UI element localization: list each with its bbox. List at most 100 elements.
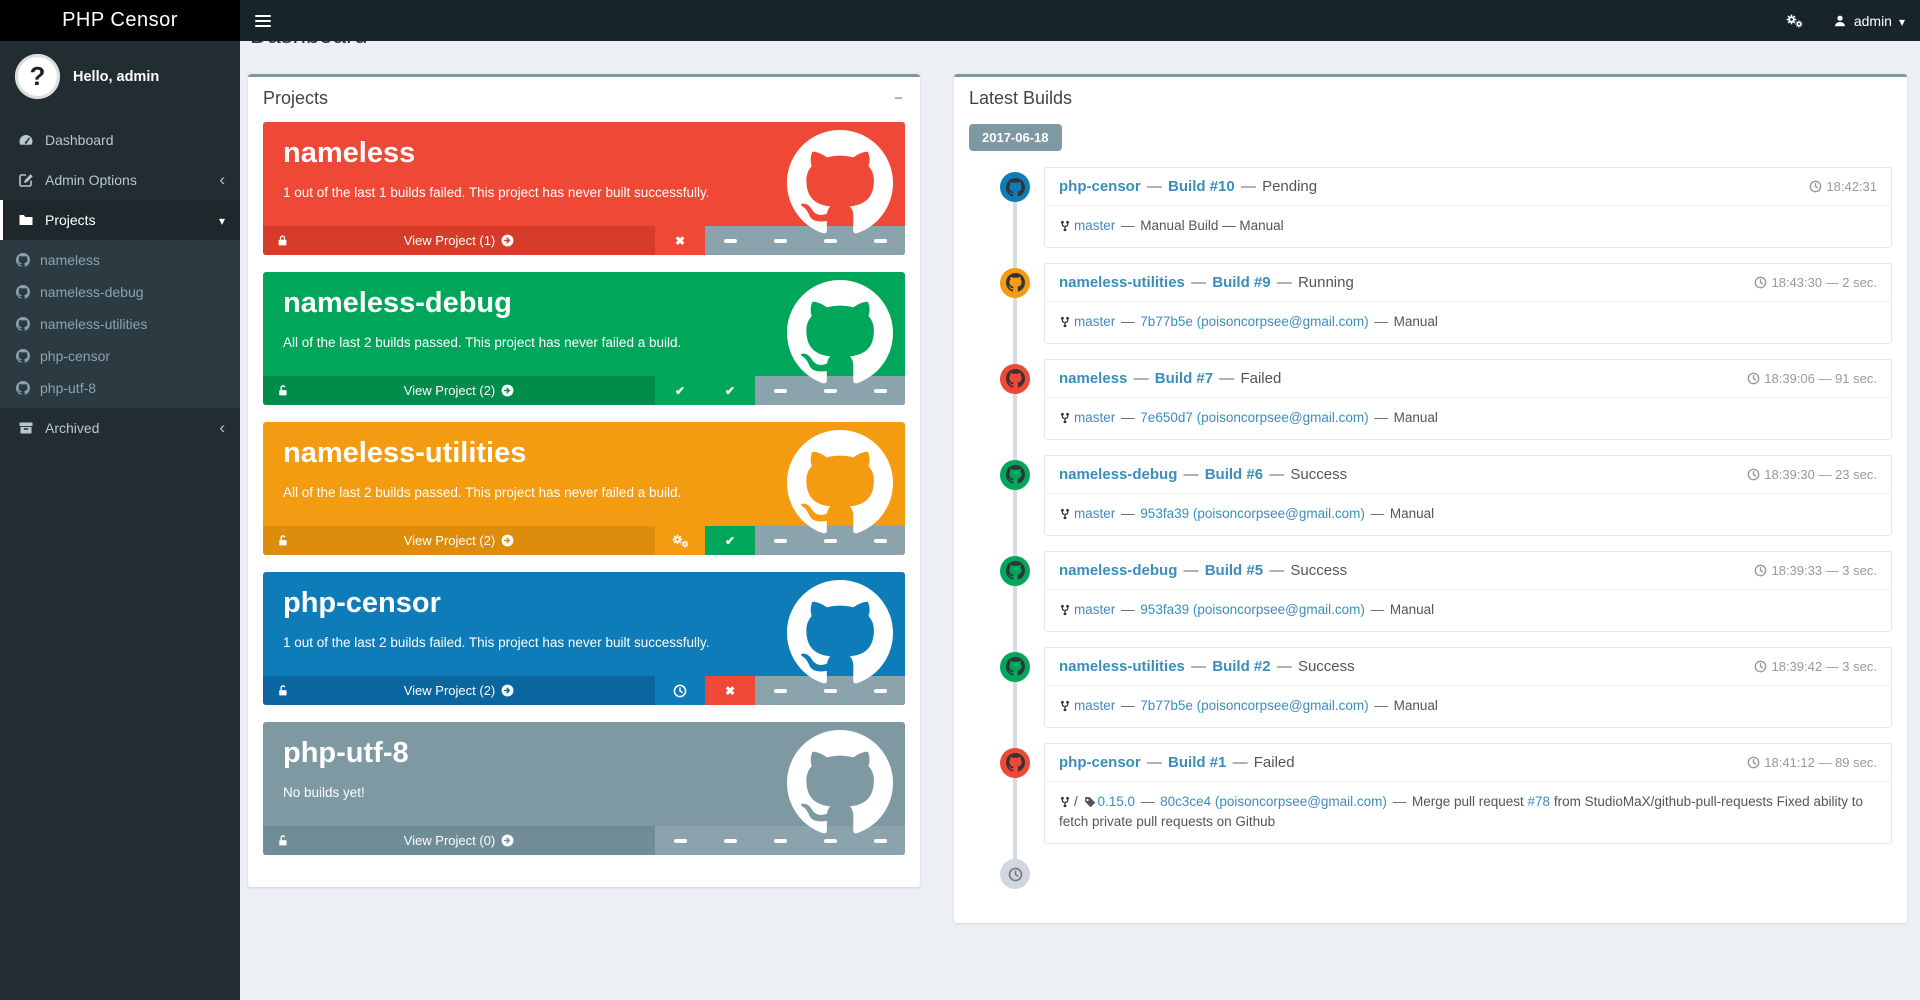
octocat-icon — [1006, 369, 1025, 388]
build-item: nameless-utilities — Build #2 — Success … — [1029, 647, 1892, 728]
tag-link[interactable]: 0.15.0 — [1098, 794, 1136, 809]
build-link[interactable]: Build #9 — [1212, 274, 1270, 291]
build-time: 18:39:33 — 3 sec. — [1754, 563, 1877, 578]
branch-icon — [1059, 507, 1071, 521]
sidebar-greeting: Hello, admin — [73, 69, 159, 85]
project-link[interactable]: nameless-debug — [1059, 466, 1177, 483]
build-status-success[interactable] — [705, 376, 755, 405]
build-status-none[interactable] — [705, 226, 755, 255]
unlock-icon — [276, 684, 289, 697]
sidebar-item-dashboard[interactable]: Dashboard — [0, 120, 240, 160]
build-status-label: Success — [1290, 562, 1347, 579]
top-navbar: PHP Censor admin — [0, 0, 1920, 41]
project-link[interactable]: php-censor — [1059, 178, 1141, 195]
view-project-button[interactable]: View Project (1) — [263, 226, 655, 255]
branch-link[interactable]: master — [1074, 218, 1115, 233]
build-item: php-censor — Build #10 — Pending 18:42:3… — [1029, 167, 1892, 248]
commit-link[interactable]: 7e650d7 (poisoncorpsee@gmail.com) — [1140, 410, 1368, 425]
unlock-icon — [276, 384, 289, 397]
commit-link[interactable]: 7b77b5e (poisoncorpsee@gmail.com) — [1140, 314, 1368, 329]
branch-link[interactable]: master — [1074, 314, 1115, 329]
avatar: ? — [15, 54, 60, 99]
cogs-icon — [1786, 14, 1803, 28]
arrow-circle-right-icon — [501, 534, 514, 547]
build-link[interactable]: Build #7 — [1155, 370, 1213, 387]
sidebar-project-nameless[interactable]: nameless — [0, 244, 240, 276]
build-status-circle-success — [1000, 652, 1030, 682]
pull-request-link[interactable]: #78 — [1528, 794, 1551, 809]
build-link[interactable]: Build #6 — [1205, 466, 1263, 483]
timeline-end-clock-icon — [1000, 859, 1030, 889]
build-status-none[interactable] — [705, 826, 755, 855]
build-link[interactable]: Build #1 — [1168, 754, 1226, 771]
build-mode: Manual — [1394, 314, 1438, 329]
unlock-icon — [276, 534, 289, 547]
view-project-button[interactable]: View Project (2) — [263, 676, 655, 705]
project-card-php-utf-8: php-utf-8 No builds yet! View Project (0… — [263, 722, 905, 855]
chevron-left-icon — [219, 420, 225, 436]
sidebar-item-admin-options[interactable]: Admin Options — [0, 160, 240, 200]
tag-icon — [1084, 796, 1096, 808]
sidebar-project-nameless-utilities[interactable]: nameless-utilities — [0, 308, 240, 340]
build-status-circle-success — [1000, 460, 1030, 490]
build-time: 18:39:42 — 3 sec. — [1754, 659, 1877, 674]
build-status-circle-running — [1000, 268, 1030, 298]
sidebar-item-projects[interactable]: Projects — [0, 200, 240, 240]
build-time: 18:41:12 — 89 sec. — [1747, 755, 1877, 770]
app-logo[interactable]: PHP Censor — [0, 0, 240, 41]
project-link[interactable]: nameless-utilities — [1059, 274, 1185, 291]
build-status-pending[interactable] — [655, 676, 705, 705]
build-status-label: Running — [1298, 274, 1354, 291]
octocat-icon — [16, 381, 30, 395]
commit-link[interactable]: 953fa39 (poisoncorpsee@gmail.com) — [1140, 602, 1365, 617]
view-project-button[interactable]: View Project (2) — [263, 376, 655, 405]
build-status-success[interactable] — [655, 376, 705, 405]
branch-icon — [1059, 315, 1071, 329]
user-menu-button[interactable]: admin — [1818, 0, 1920, 41]
sidebar-item-archived[interactable]: Archived — [0, 408, 240, 448]
commit-link[interactable]: 80c3ce4 (poisoncorpsee@gmail.com) — [1160, 794, 1387, 809]
build-link[interactable]: Build #2 — [1212, 658, 1270, 675]
project-link[interactable]: php-censor — [1059, 754, 1141, 771]
branch-link[interactable]: master — [1074, 698, 1115, 713]
build-link[interactable]: Build #10 — [1168, 178, 1235, 195]
settings-menu-button[interactable] — [1771, 0, 1818, 41]
builds-timeline: 2017-06-18 php-censor — Build #10 — — [954, 118, 1907, 923]
view-project-button[interactable]: View Project (0) — [263, 826, 655, 855]
project-card-nameless: nameless 1 out of the last 1 builds fail… — [263, 122, 905, 255]
sidebar-toggle-button[interactable] — [240, 0, 286, 41]
commit-link[interactable]: 7b77b5e (poisoncorpsee@gmail.com) — [1140, 698, 1368, 713]
edit-icon — [18, 172, 34, 188]
branch-link[interactable]: master — [1074, 410, 1115, 425]
collapse-icon[interactable] — [892, 90, 905, 107]
project-card-title: nameless-debug — [283, 287, 512, 320]
build-status-none[interactable] — [655, 826, 705, 855]
octocat-icon — [1006, 753, 1025, 772]
branch-link[interactable]: master — [1074, 506, 1115, 521]
build-link[interactable]: Build #5 — [1205, 562, 1263, 579]
project-card-title: nameless — [283, 137, 415, 170]
build-status-failed[interactable] — [705, 676, 755, 705]
build-item: php-censor — Build #1 — Failed 18:41:12 … — [1029, 743, 1892, 845]
sidebar-project-php-utf-8[interactable]: php-utf-8 — [0, 372, 240, 404]
arrow-circle-right-icon — [501, 834, 514, 847]
project-link[interactable]: nameless-debug — [1059, 562, 1177, 579]
build-status-success[interactable] — [705, 526, 755, 555]
octocat-icon — [1006, 657, 1025, 676]
project-link[interactable]: nameless — [1059, 370, 1127, 387]
sidebar-project-nameless-debug[interactable]: nameless-debug — [0, 276, 240, 308]
chevron-left-icon — [219, 172, 225, 188]
project-link[interactable]: nameless-utilities — [1059, 658, 1185, 675]
caret-down-icon — [1899, 13, 1905, 29]
build-status-failed[interactable] — [655, 226, 705, 255]
sidebar-project-php-censor[interactable]: php-censor — [0, 340, 240, 372]
view-project-button[interactable]: View Project (2) — [263, 526, 655, 555]
clock-icon — [1754, 276, 1767, 289]
commit-link[interactable]: 953fa39 (poisoncorpsee@gmail.com) — [1140, 506, 1365, 521]
build-time: 18:43:30 — 2 sec. — [1754, 275, 1877, 290]
build-status-running[interactable] — [655, 526, 705, 555]
octocat-icon — [16, 253, 30, 267]
build-time: 18:42:31 — [1809, 179, 1877, 194]
branch-link[interactable]: master — [1074, 602, 1115, 617]
clock-icon — [1809, 180, 1822, 193]
